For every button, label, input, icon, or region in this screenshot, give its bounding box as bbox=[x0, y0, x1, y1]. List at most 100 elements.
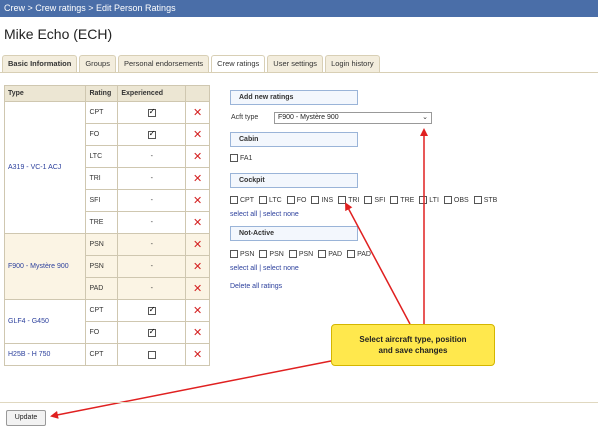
tab-user-settings[interactable]: User settings bbox=[267, 55, 324, 72]
rating-cell: FO bbox=[85, 321, 119, 344]
cockpit-checkbox[interactable] bbox=[338, 196, 347, 204]
experienced-checkbox[interactable] bbox=[147, 305, 156, 315]
not-active-checkbox[interactable] bbox=[347, 250, 356, 258]
rating-cell: PSN bbox=[85, 255, 119, 278]
cockpit-option[interactable]: SFI bbox=[364, 196, 385, 204]
experienced-checkbox[interactable] bbox=[147, 107, 156, 117]
experienced-checkbox[interactable] bbox=[147, 350, 156, 359]
experienced-cell: - bbox=[117, 277, 187, 300]
select-none-link[interactable]: select none bbox=[263, 265, 299, 272]
cockpit-checkbox[interactable] bbox=[230, 196, 238, 204]
delete-icon[interactable]: ✕ bbox=[193, 327, 202, 339]
cabin-option-label: FA1 bbox=[240, 154, 253, 162]
callout-line-2: and save changes bbox=[378, 346, 448, 355]
aircraft-type-cell[interactable]: H25B - H 750 bbox=[3, 343, 87, 366]
experienced-cell bbox=[117, 101, 187, 124]
callout-line-1: Select aircraft type, position bbox=[359, 335, 467, 344]
experienced-checkbox[interactable] bbox=[147, 327, 156, 337]
cockpit-checkbox[interactable] bbox=[419, 196, 428, 204]
cockpit-checkbox[interactable] bbox=[473, 196, 482, 204]
cockpit-option[interactable]: LTI bbox=[419, 196, 439, 204]
delete-icon[interactable]: ✕ bbox=[193, 261, 202, 273]
cabin-checkbox[interactable] bbox=[230, 154, 238, 162]
aircraft-type-cell[interactable]: A319 - VC-1 ACJ bbox=[3, 101, 87, 234]
tab-crew-ratings[interactable]: Crew ratings bbox=[211, 55, 266, 72]
select-all-link[interactable]: select all bbox=[230, 265, 257, 272]
delete-icon[interactable]: ✕ bbox=[193, 151, 202, 163]
delete-icon[interactable]: ✕ bbox=[193, 173, 202, 185]
tab-login-history[interactable]: Login history bbox=[325, 55, 380, 72]
not-active-option[interactable]: PSN bbox=[259, 250, 284, 258]
cockpit-option[interactable]: TRE bbox=[390, 196, 414, 204]
cabin-options: FA1 bbox=[230, 154, 257, 162]
cabin-option[interactable]: FA1 bbox=[230, 154, 252, 162]
not-active-checkbox[interactable] bbox=[288, 250, 297, 258]
cockpit-option[interactable]: OBS bbox=[443, 196, 469, 204]
delete-icon[interactable]: ✕ bbox=[193, 305, 202, 317]
delete-icon[interactable]: ✕ bbox=[193, 283, 202, 295]
tab-personal-endorsements[interactable]: Personal endorsements bbox=[117, 55, 210, 72]
not-active-select-links: select all | select none bbox=[230, 265, 299, 272]
select-all-link[interactable]: select all bbox=[230, 211, 257, 218]
cockpit-checkbox[interactable] bbox=[364, 196, 373, 204]
aircraft-type-cell[interactable]: F900 - Mystère 900 bbox=[3, 233, 87, 300]
rating-cell: CPT bbox=[85, 299, 119, 322]
cockpit-option-label: SFI bbox=[374, 196, 386, 204]
acft-type-select[interactable]: F900 - Mystère 900 ⌄ bbox=[274, 112, 432, 124]
chevron-down-icon: ⌄ bbox=[422, 114, 428, 121]
experienced-checkbox[interactable] bbox=[147, 129, 156, 139]
cockpit-option[interactable]: LTC bbox=[259, 196, 282, 204]
not-active-option[interactable]: PSN bbox=[288, 250, 314, 258]
delete-all-ratings-link[interactable]: Delete all ratings bbox=[230, 283, 282, 290]
cockpit-option[interactable]: FO bbox=[286, 196, 306, 204]
delete-icon[interactable]: ✕ bbox=[193, 129, 202, 141]
cockpit-option[interactable]: TRI bbox=[338, 196, 359, 204]
cockpit-checkbox[interactable] bbox=[311, 196, 320, 204]
not-active-option-label: PSN bbox=[298, 250, 314, 258]
delete-icon[interactable]: ✕ bbox=[193, 239, 202, 251]
cockpit-checkbox[interactable] bbox=[443, 196, 452, 204]
delete-cell: ✕ bbox=[185, 189, 210, 212]
cockpit-checkbox[interactable] bbox=[390, 196, 399, 204]
tab-groups[interactable]: Groups bbox=[79, 55, 116, 72]
cockpit-option[interactable]: INS bbox=[311, 196, 333, 204]
update-button[interactable]: Update bbox=[6, 410, 46, 426]
not-active-checkbox[interactable] bbox=[230, 250, 238, 258]
delete-icon[interactable]: ✕ bbox=[193, 217, 202, 229]
column-header-delete bbox=[185, 85, 210, 102]
tab-bar: Basic Information Groups Personal endors… bbox=[2, 55, 382, 72]
cockpit-option-label: CPT bbox=[240, 196, 254, 204]
arrow-to-update-button bbox=[50, 359, 337, 419]
arrow-to-cockpit-options bbox=[345, 202, 411, 325]
footer-divider bbox=[0, 402, 598, 403]
cockpit-option-label: LTI bbox=[429, 196, 439, 204]
cockpit-option[interactable]: STB bbox=[473, 196, 497, 204]
tab-basic-information[interactable]: Basic Information bbox=[2, 55, 78, 72]
select-none-link[interactable]: select none bbox=[263, 211, 299, 218]
not-active-option-label: PSN bbox=[240, 250, 255, 258]
delete-cell: ✕ bbox=[185, 321, 210, 344]
instruction-callout: Select aircraft type, position and save … bbox=[331, 324, 495, 366]
cockpit-options: CPT LTC FO INS TRI SFI TRE LTI OBS STB bbox=[230, 196, 502, 204]
experienced-cell bbox=[117, 299, 187, 322]
link-separator: | bbox=[259, 211, 262, 218]
delete-icon[interactable]: ✕ bbox=[193, 349, 202, 361]
not-active-option[interactable]: PAD bbox=[318, 250, 342, 258]
not-active-checkbox[interactable] bbox=[259, 250, 268, 258]
rating-cell: LTC bbox=[85, 145, 119, 168]
not-active-option[interactable]: PAD bbox=[347, 250, 371, 258]
experienced-cell bbox=[117, 321, 187, 344]
rating-cell: FO bbox=[85, 123, 119, 146]
not-active-option[interactable]: PSN bbox=[230, 250, 254, 258]
cockpit-checkbox[interactable] bbox=[286, 196, 295, 204]
rating-cell: CPT bbox=[85, 343, 119, 366]
delete-icon[interactable]: ✕ bbox=[193, 195, 202, 207]
delete-icon[interactable]: ✕ bbox=[193, 107, 202, 119]
cockpit-checkbox[interactable] bbox=[259, 196, 267, 204]
experienced-cell: - bbox=[117, 211, 187, 234]
column-header-experienced: Experienced bbox=[117, 85, 187, 102]
not-active-checkbox[interactable] bbox=[318, 250, 327, 258]
cockpit-option[interactable]: CPT bbox=[230, 196, 254, 204]
aircraft-type-cell[interactable]: GLF4 - G450 bbox=[3, 299, 87, 344]
rating-cell: CPT bbox=[85, 101, 119, 124]
